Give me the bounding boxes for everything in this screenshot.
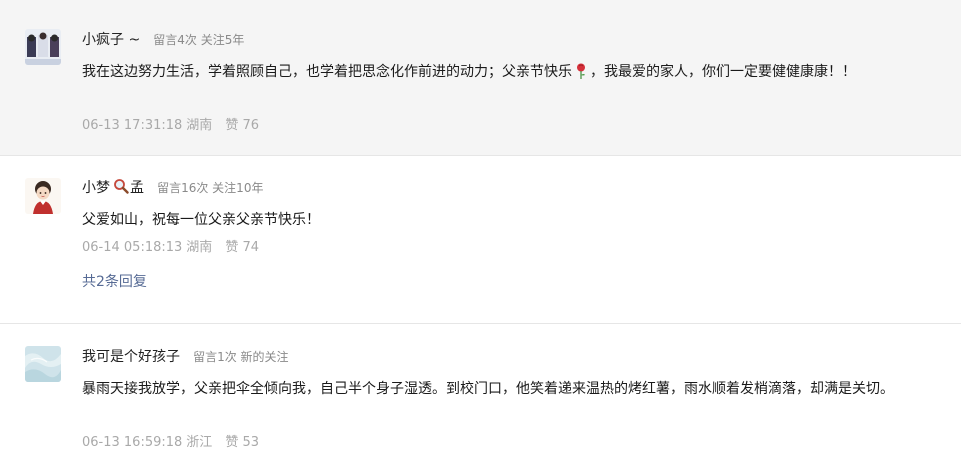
comment-content: 父爱如山，祝每一位父亲父亲节快乐！ — [82, 212, 320, 228]
comment-item: 我可是个好孩子 留言1次 新的关注 暴雨天接我放学，父亲把伞全倾向我，自己半个身… — [0, 323, 961, 465]
avatar[interactable] — [25, 346, 61, 382]
location: 浙江 — [186, 435, 213, 450]
magnifier-icon — [113, 178, 129, 200]
user-stats: 留言16次 关注10年 — [157, 181, 264, 195]
nickname-part: 孟 — [130, 180, 144, 196]
like-button[interactable]: 赞 53 — [225, 435, 259, 450]
avatar-image-icon — [25, 346, 61, 382]
comment-meta: 小梦 孟 留言16次 关注10年 — [82, 177, 263, 200]
comment-text: ，我最爱的家人，你们一定要健健康康！！ — [590, 64, 856, 80]
timestamp: 06-14 05:18:13 — [82, 240, 183, 255]
comment-text: 我在这边努力生活，学着照顾自己，也学着把思念化作前进的动力；父亲节快乐 — [82, 64, 572, 80]
user-stats: 留言4次 关注5年 — [153, 33, 245, 47]
like-button[interactable]: 赞 76 — [225, 118, 259, 133]
user-stats: 留言1次 新的关注 — [193, 350, 289, 364]
nickname[interactable]: 我可是个好孩子 — [82, 349, 180, 365]
avatar[interactable] — [25, 178, 61, 214]
comment-content: 暴雨天接我放学，父亲把伞全倾向我，自己半个身子湿透。到校门口，他笑着递来温热的烤… — [82, 381, 894, 397]
comment-footer: 06-13 17:31:18 湖南赞 76 — [82, 114, 259, 133]
timestamp: 06-13 16:59:18 — [82, 435, 183, 450]
rose-icon — [575, 62, 587, 88]
avatar-image-icon — [25, 178, 61, 214]
comment-item: 小梦 孟 留言16次 关注10年 父爱如山，祝每一位父亲父亲节快乐！ 06-14 … — [0, 155, 961, 323]
timestamp: 06-13 17:31:18 — [82, 118, 183, 133]
avatar-image-icon — [25, 29, 61, 65]
comment-footer: 06-14 05:18:13 湖南赞 74 — [82, 236, 259, 255]
like-button[interactable]: 赞 74 — [225, 240, 259, 255]
nickname[interactable]: 小疯子 ~ — [82, 32, 140, 48]
view-replies-link[interactable]: 共2条回复 — [82, 271, 147, 291]
comment-footer: 06-13 16:59:18 浙江赞 53 — [82, 431, 259, 450]
nickname[interactable]: 小梦 孟 — [82, 179, 144, 196]
comment-meta: 小疯子 ~ 留言4次 关注5年 — [82, 29, 244, 50]
comment-meta: 我可是个好孩子 留言1次 新的关注 — [82, 346, 289, 367]
nickname-part: 小梦 — [82, 180, 110, 196]
comment-content: 我在这边努力生活，学着照顾自己，也学着把思念化作前进的动力；父亲节快乐 ，我最爱的… — [82, 59, 922, 88]
avatar[interactable] — [25, 29, 61, 65]
location: 湖南 — [186, 118, 213, 133]
comment-item: 小疯子 ~ 留言4次 关注5年 我在这边努力生活，学着照顾自己，也学着把思念化作… — [0, 0, 961, 155]
location: 湖南 — [186, 240, 213, 255]
